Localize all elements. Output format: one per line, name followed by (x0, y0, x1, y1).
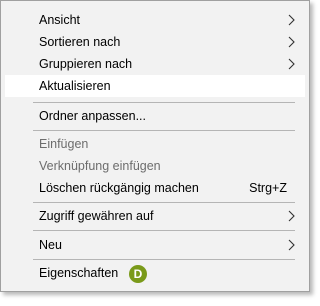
menu-item-zugriff-gewaehren-auf[interactable]: Zugriff gewähren auf (5, 205, 305, 227)
menu-item-verknuepfung-einfuegen[interactable]: Verknüpfung einfügen (5, 155, 305, 177)
menu-item-aktualisieren[interactable]: Aktualisieren (5, 75, 305, 97)
menu-separator (33, 202, 295, 203)
menu-item-label: Löschen rückgängig machen (39, 181, 199, 195)
annotation-badge: D (129, 265, 147, 283)
menu-item-label: Verknüpfung einfügen (39, 159, 161, 173)
menu-item-label: Aktualisieren (39, 79, 111, 93)
menu-item-label: Einfügen (39, 137, 89, 151)
menu-item-label: Gruppieren nach (39, 57, 133, 71)
context-menu: Ansicht Sortieren nach Gruppieren nach A… (0, 0, 310, 292)
menu-separator (33, 230, 295, 231)
menu-separator (33, 259, 295, 260)
menu-item-label: Ordner anpassen... (39, 109, 147, 123)
chevron-right-icon (288, 36, 295, 48)
menu-item-eigenschaften[interactable]: Eigenschaften D (5, 262, 305, 284)
menu-item-label: Neu (39, 238, 62, 252)
menu-item-gruppieren-nach[interactable]: Gruppieren nach (5, 53, 305, 75)
menu-item-ansicht[interactable]: Ansicht (5, 9, 305, 31)
menu-separator (33, 102, 295, 103)
menu-item-shortcut: Strg+Z (249, 181, 287, 195)
chevron-right-icon (288, 210, 295, 222)
menu-item-label: Eigenschaften (39, 266, 119, 280)
menu-item-neu[interactable]: Neu (5, 234, 305, 256)
menu-item-loeschen-rueckgaengig[interactable]: Löschen rückgängig machen Strg+Z (5, 177, 305, 199)
menu-item-einfuegen[interactable]: Einfügen (5, 133, 305, 155)
menu-item-label: Zugriff gewähren auf (39, 209, 154, 223)
menu-item-ordner-anpassen[interactable]: Ordner anpassen... (5, 105, 305, 127)
chevron-right-icon (288, 239, 295, 251)
chevron-right-icon (288, 58, 295, 70)
menu-item-sortieren-nach[interactable]: Sortieren nach (5, 31, 305, 53)
menu-separator (33, 130, 295, 131)
menu-item-label: Sortieren nach (39, 35, 121, 49)
menu-item-label: Ansicht (39, 13, 80, 27)
chevron-right-icon (288, 14, 295, 26)
